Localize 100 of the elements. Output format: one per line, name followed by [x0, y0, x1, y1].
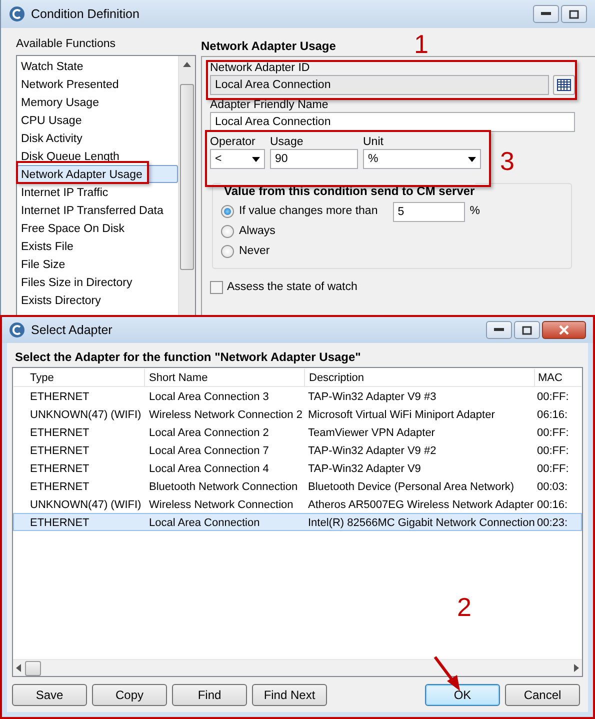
table-cell-text: Atheros AR5007EG Wireless Network Adapter [307, 498, 534, 512]
function-item[interactable]: Exists File [17, 237, 178, 255]
minimize-button[interactable] [533, 5, 559, 23]
friendly-name-field[interactable]: Local Area Connection [210, 112, 575, 132]
function-item[interactable]: Memory Usage [17, 93, 178, 111]
maximize-button[interactable] [561, 5, 587, 23]
window-title: Condition Definition [31, 6, 140, 23]
table-cell-text: 00:FF: [536, 444, 570, 458]
browse-button[interactable] [553, 75, 575, 96]
radio-button[interactable] [221, 205, 234, 218]
horizontal-scrollbar[interactable] [13, 659, 582, 676]
column-header[interactable]: Short Name [144, 369, 304, 386]
table-cell-text: 06:16: [536, 408, 569, 422]
close-button[interactable] [542, 321, 586, 339]
app-logo-icon [9, 322, 25, 338]
table-cell-text: 00:03: [536, 480, 569, 494]
table-cell-text: ETHERNET [29, 462, 90, 476]
radio-button[interactable] [221, 225, 234, 238]
table-cell-text: TAP-Win32 Adapter V9 #2 [307, 444, 438, 458]
dialog-title: Select Adapter [31, 322, 112, 339]
threshold-field[interactable]: 5 [392, 202, 465, 222]
unit-dropdown[interactable]: % [363, 149, 481, 170]
dialog-button[interactable]: Copy [92, 684, 167, 706]
function-item[interactable]: Files Size in Directory [17, 273, 178, 291]
table-cell-text: ETHERNET [29, 426, 90, 440]
table-cell-text: Local Area Connection [148, 516, 261, 530]
minimize-icon [541, 12, 551, 16]
table-cell-text: UNKNOWN(47) (WIFI) [29, 408, 142, 422]
table-cell-text: Local Area Connection 7 [148, 444, 270, 458]
option-label: If value changes more than [239, 204, 378, 219]
column-header[interactable]: Type [14, 369, 144, 386]
dropdown-arrow-icon [252, 156, 260, 162]
vertical-scrollbar[interactable] [178, 56, 195, 316]
table-cell-text: TeamViewer VPN Adapter [307, 426, 436, 440]
callout-number: 1 [414, 31, 428, 57]
dropdown-arrow-icon [468, 156, 476, 162]
table-cell-text: ETHERNET [29, 444, 90, 458]
table-cell-text: 00:23: [536, 516, 569, 530]
scroll-thumb[interactable] [180, 84, 194, 270]
function-item[interactable]: Watch State [17, 57, 178, 75]
table-cell-text: Wireless Network Connection 2 [148, 408, 304, 422]
column-header[interactable]: MAC [534, 369, 581, 386]
table-cell-text: Bluetooth Network Connection [148, 480, 299, 494]
function-item[interactable]: Network Adapter Usage [17, 165, 178, 183]
function-item[interactable]: Disk Activity [17, 129, 178, 147]
dialog-button[interactable]: Cancel [505, 684, 580, 706]
table-cell-text: UNKNOWN(47) (WIFI) [29, 498, 142, 512]
unit-label: % [470, 204, 480, 219]
adapter-id-field[interactable]: Local Area Connection [210, 75, 549, 96]
table-cell-text: ETHERNET [29, 480, 90, 494]
dialog-button[interactable]: Find Next [252, 684, 327, 706]
dialog-button[interactable]: Find [172, 684, 247, 706]
function-item[interactable]: Free Space On Disk [17, 219, 178, 237]
selected-row[interactable]: ETHERNET Local Area Connection Intel(R) 82566MC Gigabit Network Connection 00:23: [13, 513, 582, 531]
panel-title: Network Adapter Usage [201, 38, 336, 55]
checkbox[interactable] [210, 280, 223, 294]
table-cell-text: Local Area Connection 4 [148, 462, 270, 476]
grid-icon [557, 79, 571, 92]
operator-dropdown[interactable]: < [210, 149, 265, 170]
checkbox-label: Assess the state of watch [227, 280, 358, 294]
function-item[interactable]: Internet IP Transferred Data [17, 201, 178, 219]
table-cell-text: ETHERNET [29, 516, 90, 530]
function-item[interactable]: Network Presented [17, 75, 178, 93]
option-label: Never [239, 244, 270, 259]
table-cell-text: 00:16: [536, 498, 569, 512]
restore-icon [569, 10, 579, 18]
table-cell-text: 00:FF: [536, 426, 570, 440]
function-item[interactable]: CPU Usage [17, 111, 178, 129]
dialog-heading: Select the Adapter for the function "Network Adapter Usage" [14, 349, 362, 366]
list-label: Available Functions [16, 37, 117, 52]
function-item[interactable]: Exists Directory [17, 291, 178, 309]
usage-field[interactable]: 90 [270, 149, 358, 170]
table-cell-text: 00:FF: [536, 390, 570, 404]
table-cell-text: Local Area Connection 2 [148, 426, 270, 440]
minimize-icon [494, 328, 504, 332]
table-cell-text: Wireless Network Connection [148, 498, 294, 512]
table-cell-text: Local Area Connection 3 [148, 390, 270, 404]
function-item[interactable]: File Size [17, 255, 178, 273]
minimize-button[interactable] [486, 321, 512, 339]
maximize-button[interactable] [514, 321, 540, 339]
close-icon [559, 325, 569, 335]
field-label: Usage [270, 135, 304, 150]
function-item[interactable]: Disk Queue Length [17, 147, 178, 165]
column-header[interactable]: Description [304, 369, 534, 386]
table-cell-text: Microsoft Virtual WiFi Miniport Adapter [307, 408, 496, 422]
scroll-right-icon [574, 664, 579, 672]
restore-icon [522, 326, 532, 334]
scroll-thumb[interactable] [25, 660, 41, 676]
dialog-button[interactable]: Save [12, 684, 87, 706]
field-label: Adapter Friendly Name [210, 98, 330, 112]
field-label: Network Adapter ID [210, 61, 311, 76]
scroll-up-icon [183, 62, 191, 67]
function-item[interactable]: Internet IP Traffic [17, 183, 178, 201]
table-cell-text: 00:FF: [536, 462, 570, 476]
dialog-button[interactable]: OK [425, 684, 500, 706]
table-cell-text: TAP-Win32 Adapter V9 #3 [307, 390, 438, 404]
table-cell-text: ETHERNET [29, 390, 90, 404]
callout-number: 2 [457, 594, 472, 620]
radio-button[interactable] [221, 245, 234, 258]
table-cell-text: Bluetooth Device (Personal Area Network) [307, 480, 516, 494]
